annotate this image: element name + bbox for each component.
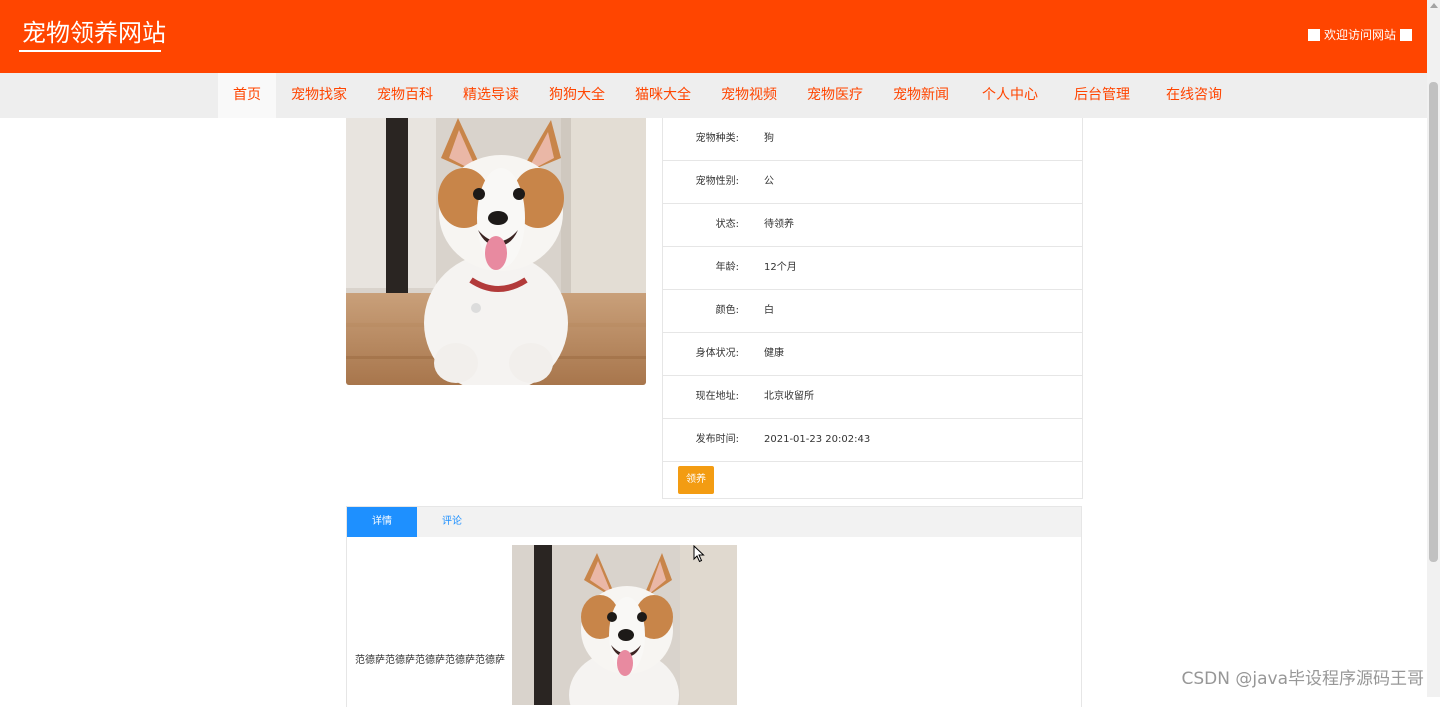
nav-item-online-consult[interactable]: 在线咨询 bbox=[1148, 73, 1240, 118]
info-row: 发布时间: 2021-01-23 20:02:43 bbox=[663, 419, 1082, 462]
info-label: 现在地址: bbox=[695, 391, 739, 402]
info-row: 颜色: 白 bbox=[663, 290, 1082, 333]
detail-text: 范德萨范德萨范德萨范德萨范德萨 bbox=[355, 655, 505, 666]
nav-item-pet-find-home[interactable]: 宠物找家 bbox=[276, 73, 362, 118]
nav-item-personal-center[interactable]: 个人中心 bbox=[964, 73, 1056, 118]
nav-item-home[interactable]: 首页 bbox=[218, 73, 276, 118]
action-row: 领养 bbox=[663, 462, 1082, 499]
info-row: 身体状况: 健康 bbox=[663, 333, 1082, 376]
main-nav: 首页 宠物找家 宠物百科 精选导读 狗狗大全 猫咪大全 宠物视频 宠物医疗 宠物… bbox=[0, 73, 1427, 118]
welcome-banner: 欢迎访问网站 bbox=[1307, 28, 1412, 42]
scroll-up-icon[interactable] bbox=[1430, 3, 1438, 8]
pet-photo bbox=[346, 118, 646, 385]
info-row: 现在地址: 北京收留所 bbox=[663, 376, 1082, 419]
info-label: 宠物性别: bbox=[695, 176, 739, 187]
info-row: 年龄: 12个月 bbox=[663, 247, 1082, 290]
info-value: 狗 bbox=[764, 133, 774, 144]
square-icon bbox=[1400, 29, 1412, 41]
nav-item-pet-news[interactable]: 宠物新闻 bbox=[878, 73, 964, 118]
square-icon bbox=[1307, 29, 1320, 41]
info-label: 身体状况: bbox=[695, 348, 739, 359]
nav-item-cats[interactable]: 猫咪大全 bbox=[620, 73, 706, 118]
pet-info-table: 宠物种类: 狗 宠物性别: 公 状态: 待领养 年龄: 12个月 颜色: 白 身… bbox=[662, 118, 1083, 499]
nav-item-dogs[interactable]: 狗狗大全 bbox=[534, 73, 620, 118]
info-value: 白 bbox=[764, 305, 774, 316]
info-value: 2021-01-23 20:02:43 bbox=[764, 434, 871, 445]
site-title-underline bbox=[19, 50, 161, 52]
info-value: 待领养 bbox=[764, 219, 794, 230]
tab-comments[interactable]: 评论 bbox=[417, 507, 487, 537]
mouse-cursor-icon bbox=[693, 544, 705, 567]
adopt-button[interactable]: 领养 bbox=[678, 466, 714, 494]
info-value: 北京收留所 bbox=[764, 391, 814, 402]
info-value: 健康 bbox=[764, 348, 784, 359]
info-label: 宠物种类: bbox=[695, 133, 739, 144]
site-title[interactable]: 宠物领养网站 bbox=[22, 18, 166, 48]
watermark: CSDN @java毕设程序源码王哥 bbox=[1181, 669, 1425, 689]
site-header: 宠物领养网站 欢迎访问网站 bbox=[0, 0, 1427, 73]
info-label: 发布时间: bbox=[695, 434, 739, 445]
info-label: 年龄: bbox=[715, 262, 739, 273]
nav-item-pet-encyclopedia[interactable]: 宠物百科 bbox=[362, 73, 448, 118]
nav-item-pet-videos[interactable]: 宠物视频 bbox=[706, 73, 792, 118]
tab-details[interactable]: 详情 bbox=[347, 507, 417, 537]
info-row: 宠物性别: 公 bbox=[663, 161, 1082, 204]
detail-photo bbox=[512, 545, 737, 705]
info-row: 状态: 待领养 bbox=[663, 204, 1082, 247]
scroll-thumb[interactable] bbox=[1429, 82, 1438, 562]
tab-bar: 详情 评论 bbox=[347, 507, 1081, 537]
nav-item-pet-medical[interactable]: 宠物医疗 bbox=[792, 73, 878, 118]
welcome-text: 欢迎访问网站 bbox=[1323, 28, 1396, 42]
nav-item-featured-reading[interactable]: 精选导读 bbox=[448, 73, 534, 118]
info-value: 公 bbox=[764, 176, 774, 187]
info-label: 颜色: bbox=[715, 305, 739, 316]
info-label: 状态: bbox=[715, 219, 739, 230]
detail-tabs-panel: 详情 评论 范德萨范德萨范德萨范德萨范德萨 bbox=[346, 506, 1082, 707]
info-value: 12个月 bbox=[764, 262, 797, 273]
info-row: 宠物种类: 狗 bbox=[663, 118, 1082, 161]
page-scrollbar[interactable] bbox=[1427, 0, 1440, 697]
nav-item-admin[interactable]: 后台管理 bbox=[1056, 73, 1148, 118]
